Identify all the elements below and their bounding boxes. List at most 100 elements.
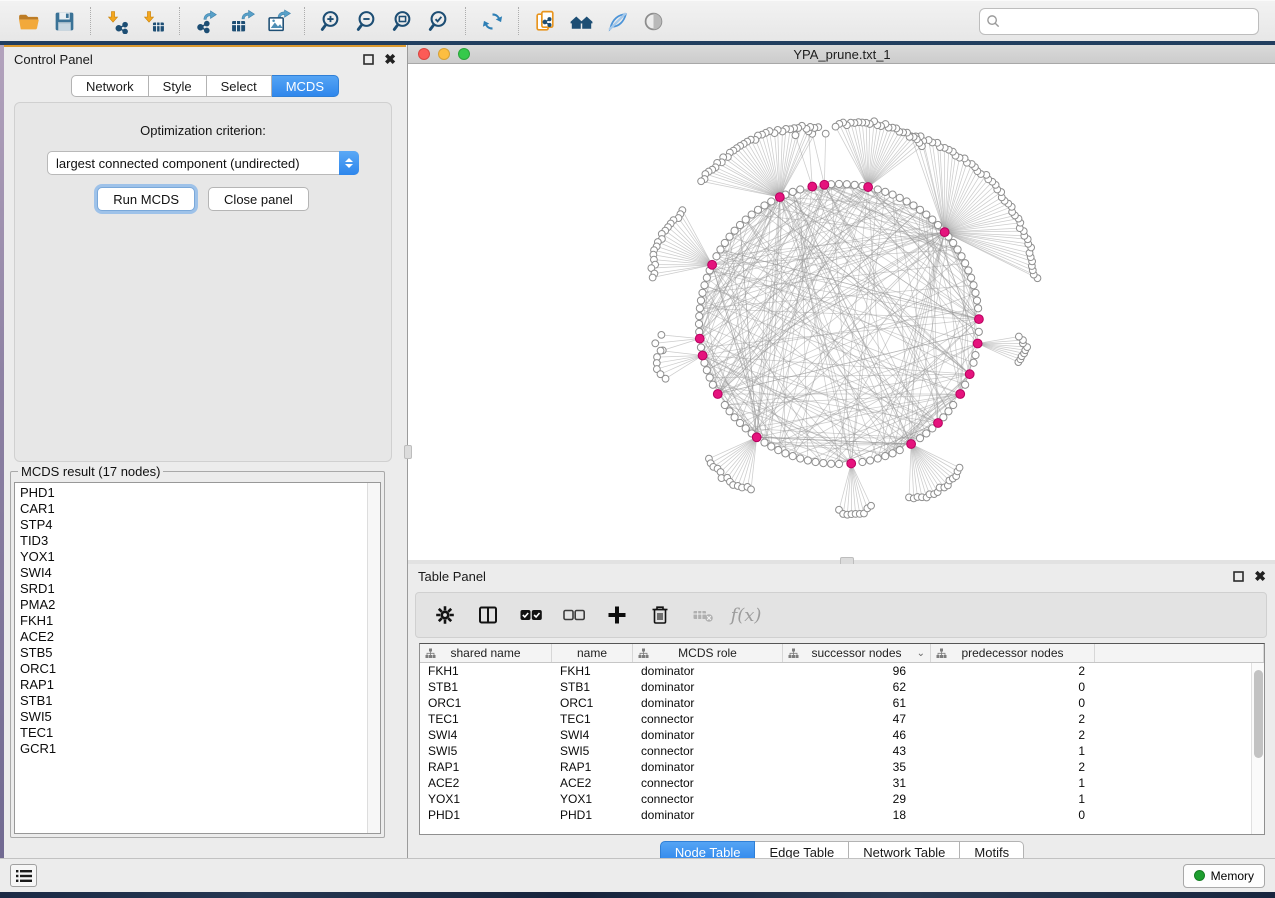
tab-select[interactable]: Select xyxy=(207,75,272,97)
network-node[interactable] xyxy=(950,239,957,246)
table-row[interactable]: SWI5SWI5connector431 xyxy=(420,743,1251,759)
table-options-button[interactable] xyxy=(428,598,462,632)
export-image-button[interactable] xyxy=(260,4,296,38)
network-node[interactable] xyxy=(965,267,972,274)
run-mcds-button[interactable]: Run MCDS xyxy=(97,187,195,211)
import-network-button[interactable] xyxy=(99,4,135,38)
mcds-result-item[interactable]: PMA2 xyxy=(20,597,380,613)
zoom-selected-button[interactable] xyxy=(421,4,457,38)
network-node[interactable] xyxy=(713,253,720,260)
network-node[interactable] xyxy=(820,460,827,467)
network-node[interactable] xyxy=(726,408,733,415)
close-panel-button[interactable]: ✖ xyxy=(384,52,396,66)
network-canvas[interactable] xyxy=(408,64,1275,560)
network-node[interactable] xyxy=(649,274,656,281)
network-node[interactable] xyxy=(797,455,804,462)
mcds-dominator-node[interactable] xyxy=(847,459,856,468)
network-node[interactable] xyxy=(835,460,842,467)
network-node[interactable] xyxy=(789,188,796,195)
table-row[interactable]: PHD1PHD1dominator180 xyxy=(420,807,1251,823)
network-node[interactable] xyxy=(968,274,975,281)
network-node[interactable] xyxy=(697,344,704,351)
network-node[interactable] xyxy=(843,181,850,188)
tab-mcds[interactable]: MCDS xyxy=(272,75,339,97)
mcds-result-item[interactable]: TID3 xyxy=(20,533,380,549)
table-row[interactable]: RAP1RAP1dominator352 xyxy=(420,759,1251,775)
mcds-result-item[interactable]: TEC1 xyxy=(20,725,380,741)
network-node[interactable] xyxy=(958,253,965,260)
mcds-dominator-node[interactable] xyxy=(820,180,829,189)
network-node[interactable] xyxy=(717,246,724,253)
mcds-list-scrollbar[interactable] xyxy=(367,483,380,833)
network-frame-titlebar[interactable]: YPA_prune.txt_1 xyxy=(408,45,1275,64)
optimization-criterion-select[interactable]: largest connected component (undirected) xyxy=(47,151,359,175)
column-header-shared-name[interactable]: shared name xyxy=(420,644,552,662)
network-node[interactable] xyxy=(797,186,804,193)
network-node[interactable] xyxy=(662,375,669,382)
network-node[interactable] xyxy=(859,458,866,465)
network-node[interactable] xyxy=(697,297,704,304)
network-node[interactable] xyxy=(828,460,835,467)
network-node[interactable] xyxy=(699,289,706,296)
delete-table-button[interactable] xyxy=(686,598,720,632)
mcds-result-item[interactable]: CAR1 xyxy=(20,501,380,517)
network-node[interactable] xyxy=(742,216,749,223)
mcds-dominator-node[interactable] xyxy=(956,390,965,399)
mcds-result-item[interactable]: SRD1 xyxy=(20,581,380,597)
network-node[interactable] xyxy=(868,502,875,509)
mcds-dominator-node[interactable] xyxy=(864,183,873,192)
table-row[interactable]: SWI4SWI4dominator462 xyxy=(420,727,1251,743)
network-node[interactable] xyxy=(706,374,713,381)
show-hidden-button[interactable] xyxy=(635,4,671,38)
mcds-dominator-node[interactable] xyxy=(965,370,974,379)
network-node[interactable] xyxy=(721,401,728,408)
network-node[interactable] xyxy=(768,198,775,205)
mcds-dominator-node[interactable] xyxy=(708,260,717,269)
network-node[interactable] xyxy=(721,239,728,246)
network-node[interactable] xyxy=(889,191,896,198)
network-node[interactable] xyxy=(832,123,839,130)
network-node[interactable] xyxy=(709,381,716,388)
column-header-name[interactable]: name xyxy=(552,644,633,662)
memory-button[interactable]: Memory xyxy=(1183,864,1265,888)
add-column-button[interactable] xyxy=(600,598,634,632)
network-node[interactable] xyxy=(761,439,768,446)
mcds-result-item[interactable]: STB5 xyxy=(20,645,380,661)
network-node[interactable] xyxy=(736,419,743,426)
mcds-dominator-node[interactable] xyxy=(698,351,707,360)
network-node[interactable] xyxy=(867,457,874,464)
network-node[interactable] xyxy=(698,178,705,185)
mcds-dominator-node[interactable] xyxy=(752,433,761,442)
new-network-from-selection-button[interactable] xyxy=(527,4,563,38)
network-node[interactable] xyxy=(754,206,761,213)
select-all-button[interactable] xyxy=(514,598,548,632)
network-node[interactable] xyxy=(975,305,982,312)
mcds-dominator-node[interactable] xyxy=(934,419,943,428)
export-table-button[interactable] xyxy=(224,4,260,38)
refresh-network-button[interactable] xyxy=(474,4,510,38)
network-node[interactable] xyxy=(956,464,963,471)
export-network-button[interactable] xyxy=(188,4,224,38)
network-node[interactable] xyxy=(972,352,979,359)
column-header-MCDS-role[interactable]: MCDS role xyxy=(633,644,783,662)
network-node[interactable] xyxy=(703,367,710,374)
network-node[interactable] xyxy=(903,198,910,205)
network-node[interactable] xyxy=(748,211,755,218)
network-node[interactable] xyxy=(835,180,842,187)
mcds-result-item[interactable]: SWI5 xyxy=(20,709,380,725)
mcds-result-item[interactable]: PHD1 xyxy=(20,485,380,501)
mcds-result-item[interactable]: RAP1 xyxy=(20,677,380,693)
network-node[interactable] xyxy=(975,328,982,335)
table-scrollbar-thumb[interactable] xyxy=(1254,670,1263,758)
delete-column-button[interactable] xyxy=(643,598,677,632)
network-node[interactable] xyxy=(972,289,979,296)
float-table-panel-button[interactable] xyxy=(1233,571,1244,582)
deselect-all-button[interactable] xyxy=(557,598,591,632)
network-node[interactable] xyxy=(934,221,941,228)
network-node[interactable] xyxy=(658,331,665,338)
network-node[interactable] xyxy=(896,194,903,201)
network-node[interactable] xyxy=(929,216,936,223)
network-node[interactable] xyxy=(970,282,977,289)
network-node[interactable] xyxy=(962,381,969,388)
network-node[interactable] xyxy=(696,305,703,312)
